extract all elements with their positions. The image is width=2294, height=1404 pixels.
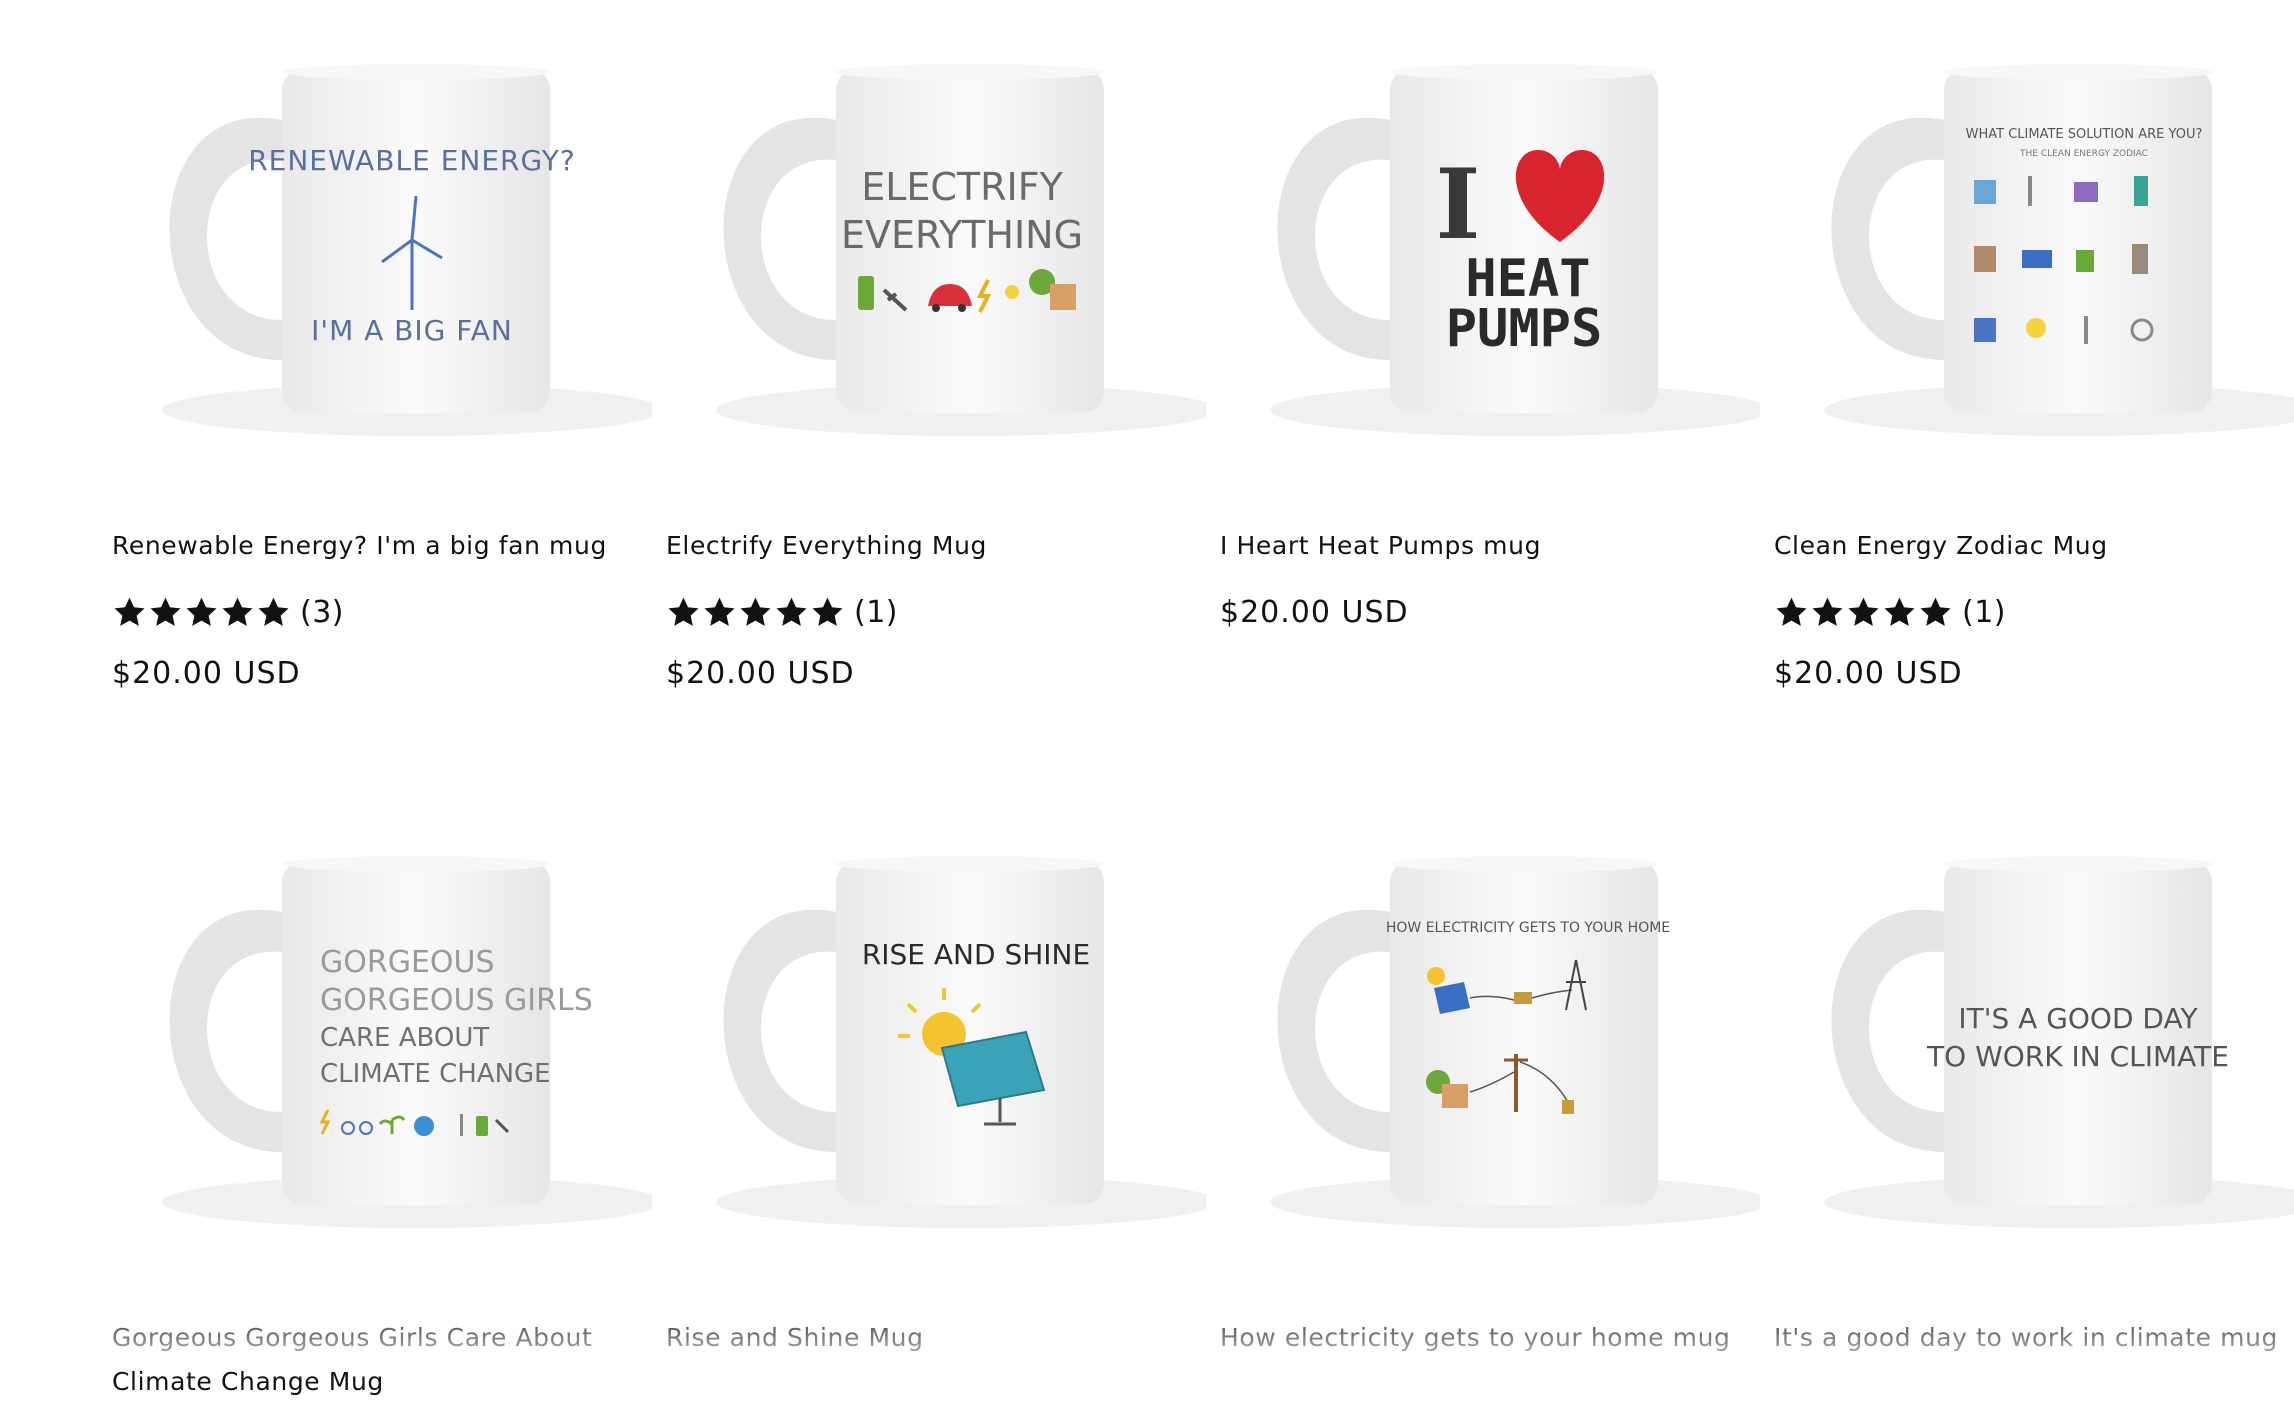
mug-text-line: CARE ABOUT: [320, 1023, 489, 1053]
star-icon: [1776, 597, 1807, 626]
product-title[interactable]: Renewable Energy? I'm a big fan mug: [112, 524, 652, 568]
mug-text-line: PUMPS: [1446, 299, 1603, 359]
mug-text-line: GORGEOUS: [320, 945, 495, 980]
star-icon: [740, 597, 771, 626]
product-price: $20.00 USD: [112, 656, 301, 691]
star-icon: [186, 597, 217, 626]
mug-text-line: EVERYTHING: [841, 213, 1083, 257]
product-image-heat-pumps-mug[interactable]: I HEAT PUMPS: [1220, 0, 1760, 490]
mug-text-line: IT'S A GOOD DAY: [1958, 1002, 2198, 1035]
rating: (3): [112, 592, 344, 632]
star-icon: [222, 597, 253, 626]
star-icon: [150, 597, 181, 626]
product-price: $20.00 USD: [666, 656, 855, 691]
star-icon: [668, 597, 699, 626]
product-image-good-day-climate-mug[interactable]: IT'S A GOOD DAY TO WORK IN CLIMATE: [1774, 792, 2294, 1282]
product-price: $20.00 USD: [1220, 595, 1409, 630]
star-icon: [812, 597, 843, 626]
mug-text-line: THE CLEAN ENERGY ZODIAC: [2019, 149, 2148, 159]
star-icon: [1812, 597, 1843, 626]
mug-text-line: CLIMATE CHANGE: [320, 1059, 551, 1089]
mug-text-line: ELECTRIFY: [861, 165, 1063, 209]
star-icon: [776, 597, 807, 626]
star-icon: [114, 597, 145, 626]
mug-text-line: I: [1436, 148, 1481, 261]
product-image-clean-energy-zodiac-mug[interactable]: WHAT CLIMATE SOLUTION ARE YOU? THE CLEAN…: [1774, 0, 2294, 490]
star-icon: [1884, 597, 1915, 626]
mug-text-line: HOW ELECTRICITY GETS TO YOUR HOME: [1386, 920, 1670, 936]
product-title[interactable]: It's a good day to work in climate mug: [1774, 1316, 2294, 1360]
star-icon: [258, 597, 289, 626]
product-title[interactable]: I Heart Heat Pumps mug: [1220, 524, 1760, 568]
mug-text-line: GORGEOUS GIRLS: [320, 983, 593, 1018]
mug-text-line: TO WORK IN CLIMATE: [1926, 1040, 2229, 1073]
product-title[interactable]: How electricity gets to your home mug: [1220, 1316, 1760, 1360]
review-count: (3): [300, 594, 344, 630]
product-image-how-electricity-mug[interactable]: HOW ELECTRICITY GETS TO YOUR HOME: [1220, 792, 1760, 1282]
mug-text-line: RISE AND SHINE: [862, 938, 1090, 971]
product-image-renewable-energy-mug[interactable]: RENEWABLE ENERGY? I'M A BIG FAN: [112, 0, 652, 490]
rating: (1): [1774, 592, 2006, 632]
product-image-electrify-everything-mug[interactable]: ELECTRIFY EVERYTHING: [666, 0, 1206, 490]
review-count: (1): [854, 594, 898, 630]
review-count: (1): [1962, 594, 2006, 630]
star-icon: [1848, 597, 1879, 626]
product-title[interactable]: Gorgeous Gorgeous Girls Care About Clima…: [112, 1316, 652, 1404]
mug-text-line: RENEWABLE ENERGY?: [248, 144, 576, 177]
product-title[interactable]: Electrify Everything Mug: [666, 524, 1206, 568]
rating: (1): [666, 592, 898, 632]
product-title[interactable]: Clean Energy Zodiac Mug: [1774, 524, 2294, 568]
mug-text-line: I'M A BIG FAN: [311, 314, 513, 347]
mug-text-line: WHAT CLIMATE SOLUTION ARE YOU?: [1966, 127, 2203, 142]
product-image-rise-and-shine-mug[interactable]: RISE AND SHINE: [666, 792, 1206, 1282]
product-price: $20.00 USD: [1774, 656, 1963, 691]
star-icon: [704, 597, 735, 626]
product-title[interactable]: Rise and Shine Mug: [666, 1316, 1206, 1360]
product-image-gorgeous-girls-mug[interactable]: GORGEOUS GORGEOUS GIRLS CARE ABOUT CLIMA…: [112, 792, 652, 1282]
product-grid: RENEWABLE ENERGY? I'M A BIG FAN Renewabl…: [0, 0, 2294, 1396]
star-icon: [1920, 597, 1951, 626]
